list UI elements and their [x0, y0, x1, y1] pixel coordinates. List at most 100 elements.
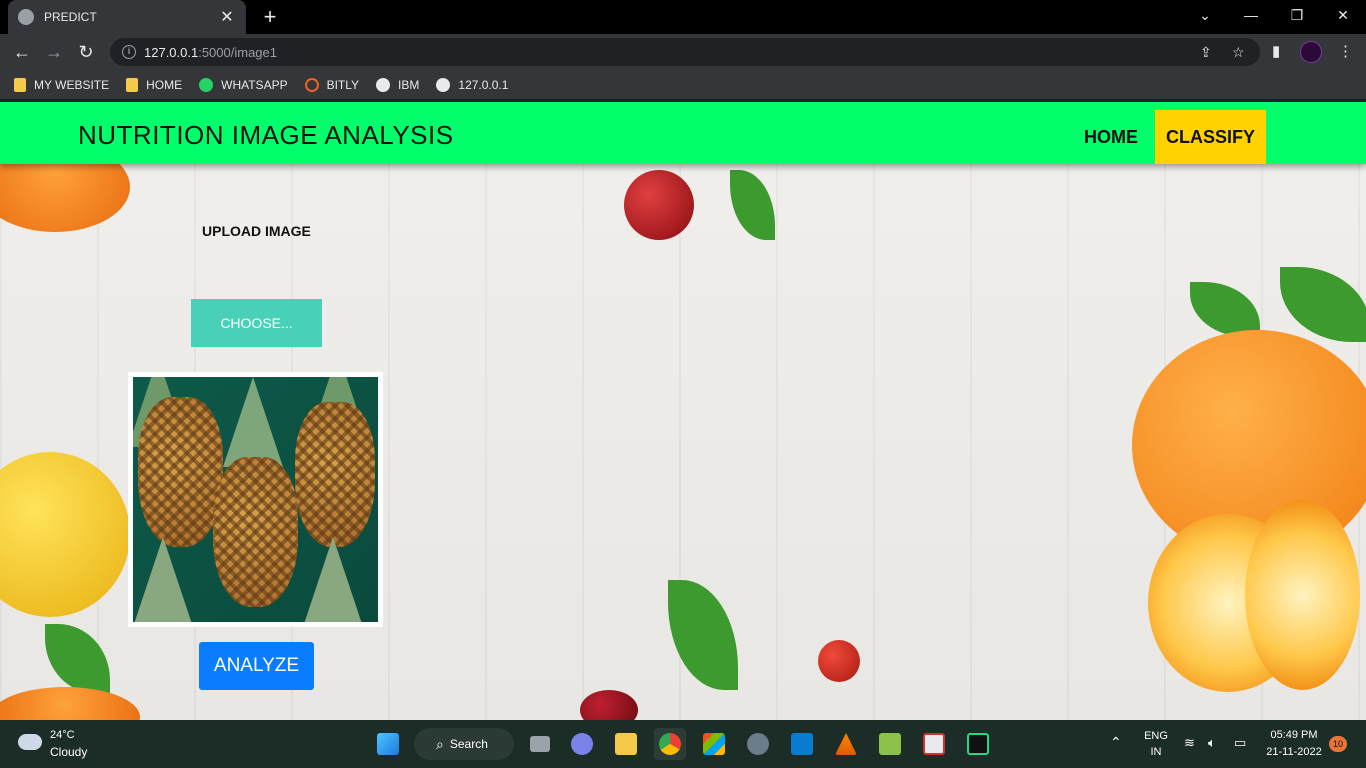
bookmark-bitly[interactable]: BITLY [304, 77, 360, 92]
task-view-button[interactable] [524, 728, 556, 760]
tab-title: PREDICT [44, 10, 97, 24]
tab-close-icon[interactable]: ✕ [218, 7, 236, 27]
upload-image-label: UPLOAD IMAGE [202, 223, 311, 239]
bookmark-ibm[interactable]: IBM [376, 77, 420, 92]
nav-home-link[interactable]: HOME [1072, 110, 1150, 164]
info-icon[interactable]: i [122, 45, 136, 59]
pycharm-button[interactable] [962, 728, 994, 760]
file-explorer-button[interactable] [610, 728, 642, 760]
reload-icon[interactable]: ↻ [74, 40, 98, 64]
bookmark-localhost[interactable]: 127.0.0.1 [436, 77, 509, 92]
notification-badge[interactable]: 10 [1329, 736, 1347, 752]
leaf-decoration [668, 580, 738, 690]
image-preview [128, 372, 383, 627]
menu-icon[interactable]: ⋮ [1338, 42, 1353, 60]
windows-taskbar: 24°C Cloudy ⌕ Search ⌃ ENG IN ≋ 🔈︎ ▭ 05:… [0, 720, 1366, 768]
weather-temperature[interactable]: 24°C [50, 729, 75, 741]
leaf-decoration [1280, 267, 1366, 342]
task-view-icon [530, 736, 550, 752]
cherry-decoration [624, 170, 694, 240]
vscode-icon [791, 733, 813, 755]
settings-button[interactable] [742, 728, 774, 760]
analyze-button[interactable]: ANALYZE [199, 642, 314, 690]
page-content: NUTRITION IMAGE ANALYSIS HOME CLASSIFY U… [0, 102, 1366, 720]
bookmark-label: IBM [398, 77, 420, 92]
bookmark-whatsapp[interactable]: WHATSAPP [199, 77, 288, 92]
cloud-icon[interactable] [18, 734, 42, 750]
leaf-decoration [730, 170, 775, 240]
weather-description[interactable]: Cloudy [50, 745, 87, 759]
brand-title: NUTRITION IMAGE ANALYSIS [78, 120, 454, 150]
search-label: Search [449, 737, 488, 751]
folder-icon [615, 733, 637, 755]
clock-date[interactable]: 21-11-2022 [1262, 746, 1326, 758]
search-icon: ⌕ [436, 735, 444, 752]
bookmark-label: BITLY [326, 77, 360, 92]
clock-time[interactable]: 05:49 PM [1262, 729, 1326, 741]
active-tab[interactable]: PREDICT ✕ [8, 0, 246, 34]
bookmark-home[interactable]: HOME [126, 77, 183, 92]
language-indicator[interactable]: ENG [1140, 730, 1172, 742]
pycharm-icon [967, 733, 989, 755]
url-host: 127.0.0.1 [144, 44, 199, 60]
folder-icon [126, 77, 139, 92]
new-tab-button[interactable]: + [258, 4, 282, 30]
battery-icon[interactable]: ▭ [1234, 735, 1246, 751]
side-panel-icon[interactable]: ▮ [1272, 42, 1280, 60]
pineapple [138, 397, 223, 547]
chrome-button[interactable] [654, 728, 686, 760]
vscode-button[interactable] [786, 728, 818, 760]
nav-classify-link[interactable]: CLASSIFY [1155, 110, 1266, 164]
teams-chat-button[interactable] [566, 728, 598, 760]
snipping-tool-button[interactable] [918, 728, 950, 760]
address-bar[interactable]: i 127.0.0.1:5000/image1 ⇪ ☆ [110, 38, 1260, 66]
store-button[interactable] [698, 728, 730, 760]
globe-icon [18, 9, 34, 25]
pineapple [295, 402, 375, 547]
pineapple-image [133, 377, 378, 622]
notepad-button[interactable] [874, 728, 906, 760]
region-indicator[interactable]: IN [1140, 746, 1172, 758]
leaf-decoration [1190, 282, 1260, 337]
profile-avatar[interactable] [1300, 41, 1322, 63]
windows-icon [377, 733, 399, 755]
vlc-button[interactable] [830, 728, 862, 760]
minimize-icon[interactable]: — [1228, 0, 1274, 30]
bitly-icon [304, 77, 319, 92]
bookmark-label: WHATSAPP [221, 77, 288, 92]
bookmarks-bar: MY WEBSITE HOME WHATSAPP BITLY IBM 127.0… [0, 70, 1366, 100]
share-icon[interactable]: ⇪ [1200, 44, 1212, 61]
close-window-icon[interactable]: ✕ [1320, 0, 1366, 30]
whatsapp-icon [199, 77, 214, 92]
bookmark-label: HOME [146, 77, 183, 92]
gear-icon [747, 733, 769, 755]
browser-toolbar: ← → ↻ i 127.0.0.1:5000/image1 ⇪ ☆ ▮ ⋮ [0, 34, 1366, 70]
cherry-decoration [580, 690, 638, 720]
volume-icon[interactable]: 🔈︎ [1208, 735, 1216, 751]
taskbar-search[interactable]: ⌕ Search [414, 728, 514, 760]
restore-icon[interactable]: ❐ [1274, 0, 1320, 30]
snip-icon [923, 733, 945, 755]
leaf-decoration [45, 624, 110, 694]
forward-icon[interactable]: → [42, 40, 66, 64]
bookmark-label: 127.0.0.1 [458, 77, 509, 92]
orange-decoration [0, 687, 140, 720]
wifi-icon[interactable]: ≋ [1184, 735, 1195, 751]
back-icon[interactable]: ← [10, 40, 34, 64]
globe-icon [376, 77, 391, 92]
start-button[interactable] [372, 728, 404, 760]
vlc-icon [835, 733, 857, 755]
pineapple [213, 457, 298, 607]
tab-search-chevron-icon[interactable]: ⌄ [1182, 0, 1228, 30]
bookmark-star-icon[interactable]: ☆ [1232, 44, 1245, 61]
url-path: :5000/image1 [198, 44, 277, 60]
tab-strip: PREDICT ✕ + ⌄ — ❐ ✕ [0, 0, 1366, 34]
bookmark-my-website[interactable]: MY WEBSITE [14, 77, 109, 92]
globe-icon [436, 77, 451, 92]
folder-icon [14, 77, 26, 92]
choose-file-button[interactable]: CHOOSE... [191, 299, 322, 347]
pineapple-leaves [303, 537, 363, 622]
chrome-icon [659, 733, 681, 755]
store-icon [703, 733, 725, 755]
chevron-up-icon[interactable]: ⌃ [1110, 734, 1122, 751]
